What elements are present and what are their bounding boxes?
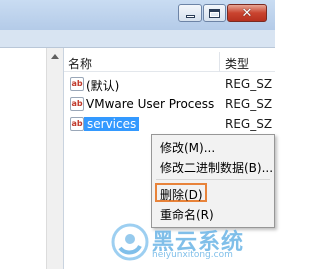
close-button[interactable]: ✕ — [227, 4, 267, 22]
tree-scrollbar[interactable] — [46, 48, 63, 269]
list-item[interactable]: ab (默认) REG_SZ — [64, 75, 275, 95]
value-type: REG_SZ — [225, 117, 273, 131]
string-value-icon: ab — [70, 97, 84, 111]
maximize-button[interactable] — [203, 4, 226, 22]
minimize-icon — [185, 14, 195, 18]
list-item[interactable]: ab VMware User Process REG_SZ — [64, 95, 275, 115]
scroll-up-arrow-icon[interactable] — [51, 54, 59, 59]
value-name: (默认) — [86, 79, 120, 93]
value-name: VMware User Process — [86, 97, 215, 111]
value-type: REG_SZ — [225, 97, 273, 111]
menu-item-modify-binary[interactable]: 修改二进制数据(B)... — [160, 159, 273, 176]
value-type: REG_SZ — [225, 77, 273, 91]
minimize-button[interactable] — [178, 4, 202, 22]
window-titlebar: ✕ — [0, 0, 275, 30]
menu-separator — [156, 179, 270, 180]
column-header-name[interactable]: 名称 — [68, 55, 92, 72]
context-menu: 修改(M)... 修改二进制数据(B)... 删除(D) 重命名(R) — [151, 134, 275, 228]
list-column-header: 名称 类型 — [64, 52, 275, 72]
pane-frame — [0, 30, 275, 48]
string-value-icon: ab — [70, 77, 84, 91]
list-item-selected[interactable]: ab services REG_SZ — [64, 115, 275, 135]
menu-item-modify[interactable]: 修改(M)... — [160, 139, 215, 156]
close-icon: ✕ — [241, 5, 253, 21]
string-value-icon: ab — [70, 117, 84, 131]
value-name: services — [84, 117, 140, 131]
menu-item-delete[interactable]: 删除(D) — [160, 186, 203, 203]
watermark-logo-icon — [111, 223, 149, 261]
column-divider[interactable] — [219, 52, 220, 72]
menu-item-rename[interactable]: 重命名(R) — [160, 206, 214, 223]
watermark-url: heiyunxitong.com — [152, 250, 233, 260]
maximize-icon — [209, 8, 220, 18]
column-header-type[interactable]: 类型 — [225, 55, 249, 72]
